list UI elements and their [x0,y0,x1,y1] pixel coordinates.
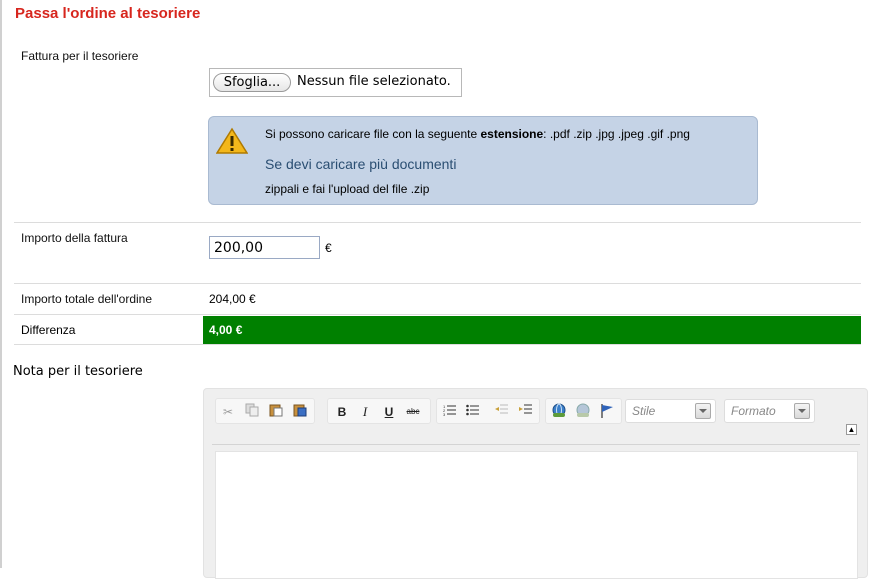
note-textarea[interactable] [215,451,858,579]
anchor-flag-icon[interactable] [597,403,617,421]
difference-label: Differenza [21,323,76,337]
warning-icon [216,127,248,154]
chevron-down-icon [695,403,711,419]
difference-value: 4,00 € [203,316,861,344]
divider [14,344,861,345]
outdent-icon[interactable] [492,403,512,421]
divider [14,283,861,284]
underline-button[interactable]: U [379,403,399,421]
invoice-file-label: Fattura per il tesoriere [21,49,139,63]
multiple-docs-link[interactable]: Se devi caricare più documenti [265,156,456,172]
style-placeholder: Stile [632,404,656,418]
list-toolbar: 123 [436,398,540,424]
amount-currency: € [325,241,332,255]
left-border [0,0,2,568]
format-dropdown[interactable]: Formato [724,399,815,423]
paste-word-icon[interactable] [290,403,310,421]
browse-button[interactable]: Sfoglia... [213,73,291,92]
file-input[interactable]: Sfoglia... Nessun file selezionato. [209,68,462,97]
divider [14,222,861,223]
rich-text-editor: ✂ B I U abc 123 Stile Formato ▲ [203,388,868,579]
note-label: Nota per il tesoriere [13,364,143,379]
link-toolbar [545,398,622,424]
format-placeholder: Formato [731,404,776,418]
divider [14,314,861,315]
link-icon[interactable] [549,403,569,421]
amount-label: Importo della fattura [21,231,128,245]
editor-divider [212,444,860,445]
total-value: 204,00 € [209,292,256,306]
chevron-down-icon [794,403,810,419]
allowed-extensions-text: Si possono caricare file con la seguente… [265,127,690,141]
bullet-list-icon[interactable] [463,403,483,421]
upload-info-box: Si possono caricare file con la seguente… [208,116,758,205]
file-status: Nessun file selezionato. [297,74,451,89]
indent-icon[interactable] [516,403,536,421]
page-title: Passa l'ordine al tesoriere [15,5,201,22]
numbered-list-icon[interactable]: 123 [440,403,460,421]
zip-instruction-text: zippali e fai l'upload del file .zip [265,182,430,196]
paste-icon[interactable] [266,403,286,421]
collapse-toolbar-button[interactable]: ▲ [846,424,857,435]
style-dropdown[interactable]: Stile [625,399,716,423]
italic-button[interactable]: I [355,403,375,421]
clipboard-toolbar: ✂ [215,398,315,424]
strikethrough-button[interactable]: abc [403,403,423,421]
svg-text:3: 3 [443,412,446,417]
cut-icon[interactable]: ✂ [218,403,238,421]
unlink-icon[interactable] [573,403,593,421]
bold-button[interactable]: B [332,403,352,421]
copy-icon[interactable] [242,403,262,421]
amount-input[interactable] [209,236,320,259]
total-label: Importo totale dell'ordine [21,292,153,306]
format-toolbar: B I U abc [327,398,431,424]
